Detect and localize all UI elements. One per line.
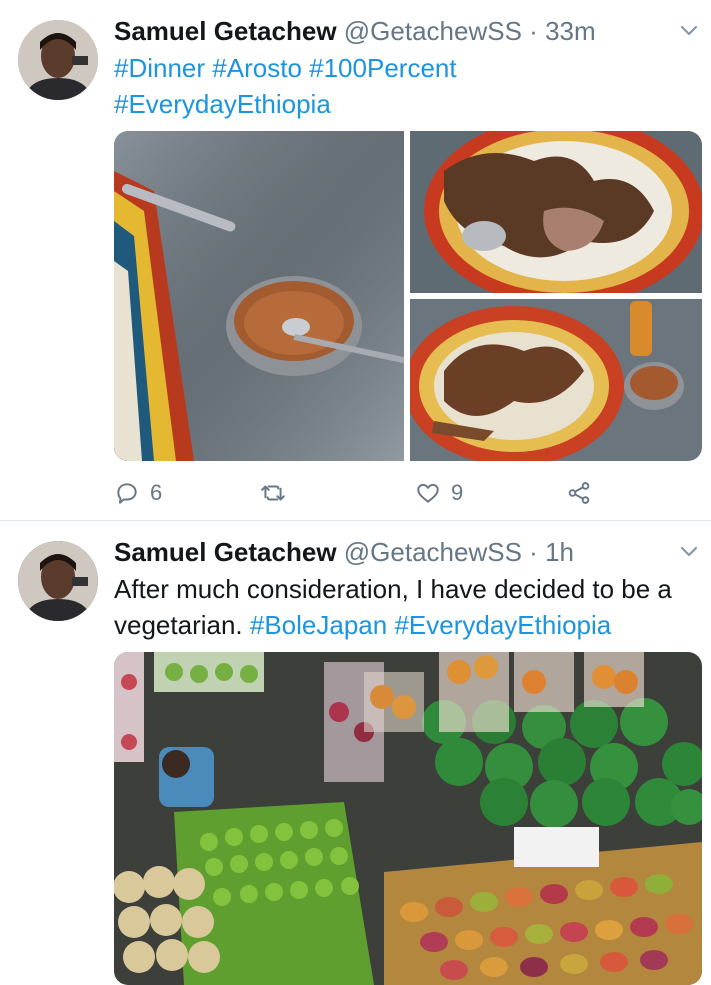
photo-grid[interactable] bbox=[114, 131, 702, 461]
retweet-button[interactable] bbox=[260, 475, 296, 511]
reply-count: 6 bbox=[150, 480, 163, 505]
share-button[interactable] bbox=[566, 475, 602, 511]
separator: · bbox=[529, 537, 538, 567]
chevron-down-icon[interactable] bbox=[677, 539, 701, 563]
reply-button[interactable]: 6 bbox=[114, 475, 162, 511]
photo-plate-bones[interactable] bbox=[404, 299, 702, 461]
photo-spice-bowl[interactable] bbox=[114, 131, 413, 461]
hashtag-link[interactable]: #EverydayEthiopia bbox=[114, 89, 331, 119]
photo-plate-meat[interactable] bbox=[410, 131, 702, 306]
tweet[interactable]: Samuel Getachew @GetachewSS · 33m #Dinne… bbox=[0, 0, 711, 521]
author-handle[interactable]: @GetachewSS bbox=[344, 16, 522, 46]
photo-fruit-stand[interactable] bbox=[114, 652, 702, 985]
share-icon bbox=[568, 482, 590, 504]
chevron-down-icon[interactable] bbox=[677, 18, 701, 42]
retweet-icon bbox=[261, 485, 285, 501]
avatar[interactable] bbox=[18, 20, 98, 100]
tweet[interactable]: Samuel Getachew @GetachewSS · 1h After m… bbox=[0, 521, 711, 985]
tweet-actions: 6 9 bbox=[114, 475, 674, 511]
separator: · bbox=[529, 16, 538, 46]
hashtag-link[interactable]: #100Percent bbox=[309, 53, 456, 83]
timestamp[interactable]: 33m bbox=[545, 16, 596, 46]
hashtag-link[interactable]: #Dinner bbox=[114, 53, 205, 83]
author-name[interactable]: Samuel Getachew bbox=[114, 16, 337, 46]
like-icon bbox=[417, 483, 439, 503]
hashtag-link[interactable]: #EverydayEthiopia bbox=[394, 610, 611, 640]
like-button[interactable]: 9 bbox=[415, 475, 463, 511]
author-handle[interactable]: @GetachewSS bbox=[344, 537, 522, 567]
reply-icon bbox=[117, 483, 137, 504]
timestamp[interactable]: 1h bbox=[545, 537, 574, 567]
tweet-text: #Dinner #Arosto #100Percent #EverydayEth… bbox=[114, 50, 695, 122]
tweet-header: Samuel Getachew @GetachewSS · 1h bbox=[114, 535, 671, 569]
tweet-header: Samuel Getachew @GetachewSS · 33m bbox=[114, 14, 671, 48]
like-count: 9 bbox=[451, 480, 464, 505]
author-name[interactable]: Samuel Getachew bbox=[114, 537, 337, 567]
tweet-text: After much consideration, I have decided… bbox=[114, 571, 695, 643]
hashtag-link[interactable]: #Arosto bbox=[212, 53, 302, 83]
avatar[interactable] bbox=[18, 541, 98, 621]
hashtag-link[interactable]: #BoleJapan bbox=[250, 610, 387, 640]
